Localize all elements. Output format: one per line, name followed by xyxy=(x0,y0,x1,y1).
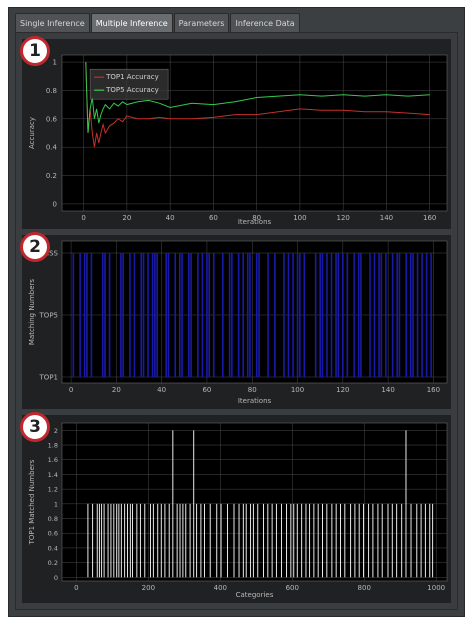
x-tick-label: 1000 xyxy=(427,584,445,592)
x-tick-label: 20 xyxy=(112,386,121,394)
y-tick-label: 0.6 xyxy=(48,530,58,538)
app-window: Single Inference Multiple Inference Para… xyxy=(8,7,465,617)
y-tick-label: 2 xyxy=(54,427,58,435)
x-tick-label: 100 xyxy=(293,214,306,222)
accuracy-chart: 0 20 40 60 80 100 120 140 16000.20.40.60.81TOP1 … xyxy=(22,39,451,229)
x-tick-label: 120 xyxy=(336,214,349,222)
x-tick-label: 60 xyxy=(202,386,211,394)
y-tick-label: 1.2 xyxy=(48,486,58,494)
y-tick-label: 1.8 xyxy=(48,442,58,450)
x-axis-label: Categories xyxy=(236,591,274,599)
tab-parameters[interactable]: Parameters xyxy=(173,13,230,32)
x-tick-label: 60 xyxy=(209,214,218,222)
x-tick-label: 40 xyxy=(166,214,175,222)
y-axis-label: Matching Numbers xyxy=(28,279,36,346)
x-tick-label: 120 xyxy=(336,386,349,394)
y-tick-label: 1 xyxy=(54,500,58,508)
tab-multiple-inference[interactable]: Multiple Inference xyxy=(90,13,173,32)
x-axis-label: Iterations xyxy=(238,397,272,405)
x-tick-label: 160 xyxy=(423,214,436,222)
plot-area xyxy=(61,422,448,582)
x-tick-label: 140 xyxy=(381,386,394,394)
plot-area xyxy=(61,240,448,384)
y-tick-label: 0.4 xyxy=(48,544,58,552)
x-tick-label: 200 xyxy=(142,584,155,592)
y-tick-label: 0 xyxy=(53,200,57,208)
matching-numbers-chart: 0 20 40 60 80 100 120 140 160TOP1TOP5MISSIterati… xyxy=(22,235,451,409)
x-tick-label: 80 xyxy=(248,386,257,394)
y-tick-label: 0.6 xyxy=(46,115,58,123)
y-tick-label: 0.8 xyxy=(46,87,57,95)
marker-2: 2 xyxy=(20,232,50,262)
marker-3: 3 xyxy=(20,412,50,442)
y-tick-label: 0.2 xyxy=(46,172,57,180)
x-tick-label: 0 xyxy=(69,386,73,394)
tab-bar: Single Inference Multiple Inference Para… xyxy=(15,13,301,33)
x-tick-label: 100 xyxy=(291,386,304,394)
y-tick-label: 1.4 xyxy=(48,471,58,479)
multiple-inference-panel: 0 20 40 60 80 100 120 140 160 0 0.2 0.4 0.6 0.8 1 TOP1 … xyxy=(15,32,458,610)
x-tick-label: 140 xyxy=(380,214,393,222)
x-axis-label: Iterations xyxy=(238,218,272,226)
y-tick-label: TOP1 xyxy=(39,374,58,382)
y-tick-label: 0.8 xyxy=(48,515,58,523)
y-axis-label: TOP1 Matched Numbers xyxy=(28,459,36,545)
marker-1: 1 xyxy=(20,36,50,66)
legend-entry: TOP1 Accuracy xyxy=(105,73,159,81)
y-tick-label: 0.2 xyxy=(48,559,58,567)
y-tick-label: 0 xyxy=(54,574,58,582)
legend-entry: TOP5 Accuracy xyxy=(105,86,159,94)
y-tick-label: 1.6 xyxy=(48,456,58,464)
y-axis-label: Accuracy xyxy=(28,117,36,149)
y-tick-label: 1 xyxy=(53,59,57,67)
x-tick-label: 400 xyxy=(214,584,227,592)
top1-matched-numbers-chart: 0 200 400 600 800 1000 0 0.2 0.4 0.6 0.8 1 1.2 1.4 1.6… xyxy=(22,415,451,603)
x-tick-label: 20 xyxy=(122,214,131,222)
y-tick-label: 0.4 xyxy=(46,144,58,152)
x-tick-label: 0 xyxy=(74,584,78,592)
tab-single-inference[interactable]: Single Inference xyxy=(15,13,90,32)
x-tick-label: 600 xyxy=(286,584,299,592)
x-tick-label: 160 xyxy=(427,386,440,394)
tab-inference-data[interactable]: Inference Data xyxy=(230,13,300,32)
y-tick-label: TOP5 xyxy=(39,312,58,320)
x-tick-label: 800 xyxy=(358,584,371,592)
x-tick-label: 40 xyxy=(157,386,166,394)
x-tick-label: 0 xyxy=(81,214,85,222)
